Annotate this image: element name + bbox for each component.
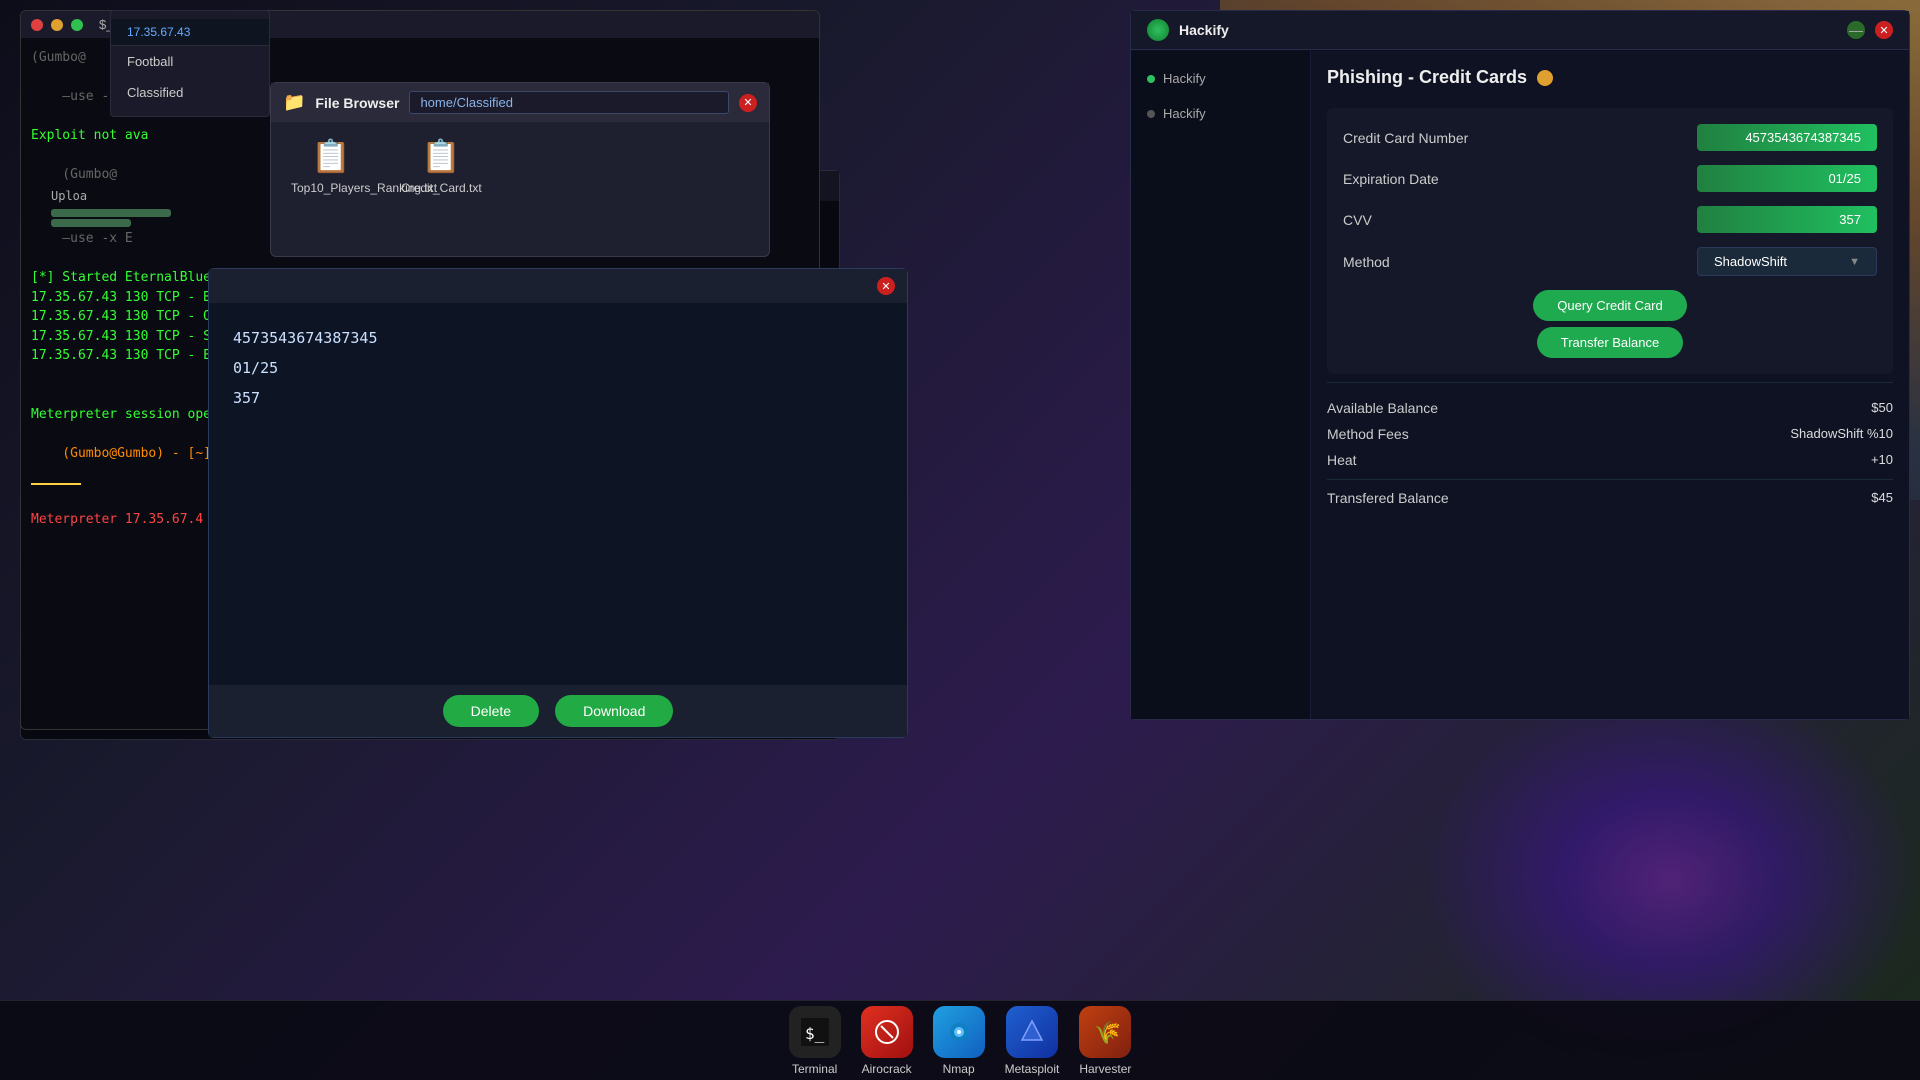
text-viewer-header: ✕ <box>209 269 907 303</box>
download-button[interactable]: Download <box>555 695 673 727</box>
file-browser-title: File Browser <box>315 95 399 111</box>
taskbar: $_ Terminal Airocrack Nmap Metasploit 🌾 … <box>0 1000 1920 1080</box>
hackify-sidebar-dot-2 <box>1147 110 1155 118</box>
hackify-panel: Hackify — ✕ Hackify Hackify Phishing - C… <box>1130 10 1910 720</box>
cc-number-label: Credit Card Number <box>1343 130 1468 146</box>
hackify-close-button[interactable]: ✕ <box>1875 21 1893 39</box>
sidebar-item-football[interactable]: Football <box>111 46 269 77</box>
taskbar-icon-terminal: $_ <box>789 1006 841 1058</box>
transferred-balance-value: $45 <box>1871 490 1893 506</box>
taskbar-icon-airocrack <box>861 1006 913 1058</box>
hackify-sidebar-item-2[interactable]: Hackify <box>1131 96 1310 131</box>
upload-bar-1 <box>51 209 171 217</box>
balance-row-transferred: Transfered Balance $45 <box>1327 479 1893 511</box>
method-dropdown[interactable]: ShadowShift ▼ <box>1697 247 1877 276</box>
balance-row-available: Available Balance $50 <box>1327 395 1893 421</box>
file-browser-header: 📁 File Browser home/Classified ✕ <box>271 83 769 122</box>
cc-form: Credit Card Number 4573543674387345 Expi… <box>1327 108 1893 374</box>
phishing-title: Phishing - Credit Cards <box>1327 67 1893 88</box>
method-dropdown-arrow: ▼ <box>1849 256 1860 268</box>
query-credit-card-button[interactable]: Query Credit Card <box>1533 290 1686 321</box>
hackify-sidebar-dot-1 <box>1147 75 1155 83</box>
cvv-label: CVV <box>1343 212 1372 228</box>
cvv-value: 357 <box>1697 206 1877 233</box>
folder-icon: 📁 <box>283 92 305 113</box>
cc-number-value: 4573543674387345 <box>1697 124 1877 151</box>
phishing-status-dot <box>1537 70 1553 86</box>
hackify-header: Hackify — ✕ <box>1131 11 1909 50</box>
available-balance-label: Available Balance <box>1327 400 1438 416</box>
hackify-minimize-button[interactable]: — <box>1847 21 1865 39</box>
transfer-balance-button[interactable]: Transfer Balance <box>1537 327 1684 358</box>
heat-value: +10 <box>1871 452 1893 468</box>
text-viewer-body: 4573543674387345 01/25 357 <box>209 303 907 685</box>
taskbar-item-harvester[interactable]: 🌾 Harvester <box>1079 1006 1131 1076</box>
sidebar-ip: 17.35.67.43 <box>111 19 269 46</box>
available-balance-value: $50 <box>1871 400 1893 416</box>
terminal-dot-red <box>31 19 43 31</box>
text-viewer-close[interactable]: ✕ <box>877 277 895 295</box>
balance-row-fees: Method Fees ShadowShift %10 <box>1327 421 1893 447</box>
cc-expiry-line: 01/25 <box>233 353 883 383</box>
text-viewer-footer: Delete Download <box>209 685 907 737</box>
svg-text:$_: $_ <box>805 1024 825 1043</box>
file-item-players[interactable]: 📋 Top10_Players_Ranking.txt <box>291 137 371 195</box>
svg-text:🌾: 🌾 <box>1094 1020 1119 1045</box>
cc-number-line: 4573543674387345 <box>233 323 883 353</box>
t-line-21 <box>31 483 81 485</box>
hackify-sidebar: Hackify Hackify <box>1131 51 1311 719</box>
method-label: Method <box>1343 254 1390 270</box>
taskbar-item-airocrack[interactable]: Airocrack <box>861 1006 913 1076</box>
form-row-expiry: Expiration Date 01/25 <box>1343 165 1877 192</box>
action-buttons: Query Credit Card Transfer Balance <box>1343 290 1877 358</box>
hackify-sidebar-label-2: Hackify <box>1163 106 1206 121</box>
phishing-title-text: Phishing - Credit Cards <box>1327 67 1527 88</box>
cc-cvv-line: 357 <box>233 383 883 413</box>
hackify-header-title: Hackify <box>1179 22 1229 38</box>
file-browser: 📁 File Browser home/Classified ✕ 📋 Top10… <box>270 82 770 257</box>
taskbar-label-metasploit: Metasploit <box>1005 1062 1060 1076</box>
expiry-value: 01/25 <box>1697 165 1877 192</box>
sidebar-item-classified[interactable]: Classified <box>111 77 269 108</box>
hackify-content: Phishing - Credit Cards Credit Card Numb… <box>1311 51 1909 719</box>
file-item-credit-card[interactable]: 📋 Credit_Card.txt <box>401 137 481 195</box>
heat-label: Heat <box>1327 452 1357 468</box>
taskbar-item-terminal[interactable]: $_ Terminal <box>789 1006 841 1076</box>
taskbar-label-airocrack: Airocrack <box>862 1062 912 1076</box>
upload-bar-2 <box>51 219 131 227</box>
terminal-dot-yellow <box>51 19 63 31</box>
taskbar-label-nmap: Nmap <box>943 1062 975 1076</box>
taskbar-icon-metasploit <box>1006 1006 1058 1058</box>
hackify-logo-icon <box>1147 19 1169 41</box>
file-name-players: Top10_Players_Ranking.txt <box>291 181 371 195</box>
taskbar-item-metasploit[interactable]: Metasploit <box>1005 1006 1060 1076</box>
delete-button[interactable]: Delete <box>443 695 539 727</box>
form-row-method: Method ShadowShift ▼ <box>1343 247 1877 276</box>
transferred-balance-label: Transfered Balance <box>1327 490 1449 506</box>
balance-section: Available Balance $50 Method Fees Shadow… <box>1327 382 1893 523</box>
taskbar-icon-nmap <box>933 1006 985 1058</box>
file-browser-body: 📋 Top10_Players_Ranking.txt 📋 Credit_Car… <box>271 122 769 210</box>
file-name-credit-card: Credit_Card.txt <box>401 181 481 195</box>
taskbar-label-harvester: Harvester <box>1079 1062 1131 1076</box>
taskbar-item-nmap[interactable]: Nmap <box>933 1006 985 1076</box>
terminal-dot-green <box>71 19 83 31</box>
taskbar-label-terminal: Terminal <box>792 1062 837 1076</box>
text-viewer: ✕ 4573543674387345 01/25 357 Delete Down… <box>208 268 908 738</box>
method-fees-label: Method Fees <box>1327 426 1409 442</box>
file-icon-credit-card: 📋 <box>421 137 461 175</box>
balance-row-heat: Heat +10 <box>1327 447 1893 473</box>
taskbar-icon-harvester: 🌾 <box>1079 1006 1131 1058</box>
expiry-label: Expiration Date <box>1343 171 1439 187</box>
form-row-ccnum: Credit Card Number 4573543674387345 <box>1343 124 1877 151</box>
hackify-sidebar-label-1: Hackify <box>1163 71 1206 86</box>
hackify-sidebar-item-1[interactable]: Hackify <box>1131 61 1310 96</box>
file-icon-players: 📋 <box>311 137 351 175</box>
sidebar: 17.35.67.43 Football Classified <box>110 10 270 117</box>
path-bar[interactable]: home/Classified <box>409 91 729 114</box>
method-fees-value: ShadowShift %10 <box>1790 426 1893 442</box>
file-browser-close[interactable]: ✕ <box>739 94 757 112</box>
method-value-text: ShadowShift <box>1714 254 1787 269</box>
form-row-cvv: CVV 357 <box>1343 206 1877 233</box>
